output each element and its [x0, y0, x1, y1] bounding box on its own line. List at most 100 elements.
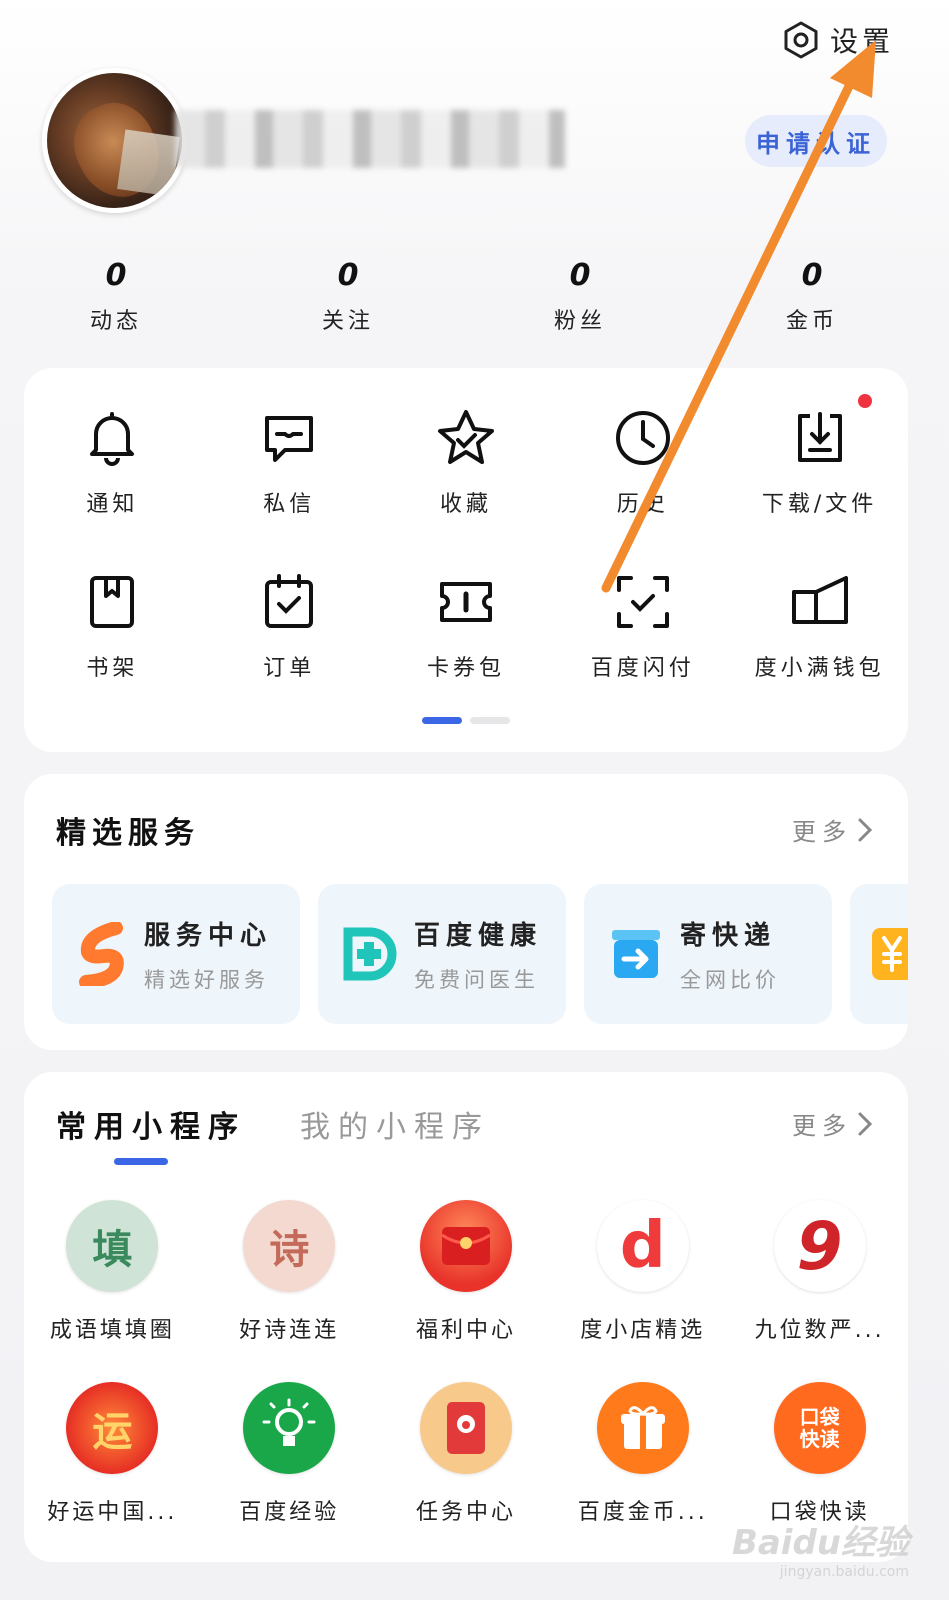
- page-indicator: [422, 717, 510, 724]
- tool-label: 百度闪付: [590, 656, 695, 681]
- order-icon: [265, 574, 314, 628]
- stat-posts[interactable]: 0 动态: [0, 258, 232, 335]
- task-envelope-icon: [419, 1382, 512, 1474]
- miniprogram-item[interactable]: d 度小店精选: [554, 1200, 731, 1344]
- stat-label: 关注: [321, 309, 374, 334]
- miniprograms-more-link[interactable]: 更多: [792, 1106, 874, 1141]
- stat-label: 粉丝: [553, 309, 606, 334]
- new-badge-dot: [858, 394, 872, 408]
- service-title: 服务中心: [144, 920, 273, 951]
- chevron-right-icon: [858, 1112, 873, 1135]
- tool-bookshelf[interactable]: 书架: [24, 532, 201, 696]
- settings-button[interactable]: 设置: [782, 20, 894, 60]
- tool-messages[interactable]: 私信: [201, 368, 378, 532]
- tool-favorites[interactable]: 收藏: [378, 368, 555, 532]
- services-row: 服务中心 精选好服务 百度健康 免费问医生 寄快递 全网比价: [52, 884, 908, 1024]
- stat-fans[interactable]: 0 粉丝: [464, 258, 696, 335]
- services-more-link[interactable]: 更多: [792, 812, 874, 847]
- service-subtitle: 全网比价: [680, 967, 780, 992]
- avatar[interactable]: [42, 68, 187, 213]
- service-partial[interactable]: [850, 884, 908, 1024]
- gift-icon: [596, 1382, 689, 1474]
- download-icon: [797, 412, 842, 462]
- miniprogram-item[interactable]: 口袋快读 口袋快读: [731, 1382, 908, 1526]
- bookshelf-icon: [90, 576, 135, 628]
- tool-label: 卡券包: [426, 656, 505, 681]
- miniprograms-card: 常用小程序 我的小程序 更多 填 成语填填圈 诗 好诗连连 福利中心 d 度小店…: [24, 1072, 908, 1562]
- wallet-icon: [791, 576, 848, 624]
- service-center-icon: [79, 922, 124, 986]
- watermark-url: jingyan.baidu.com: [779, 1564, 909, 1580]
- miniprogram-item[interactable]: 填 成语填填圈: [24, 1200, 201, 1344]
- tool-label: 订单: [263, 656, 316, 681]
- tool-label: 下载/文件: [761, 492, 878, 517]
- miniprogram-item[interactable]: 百度经验: [201, 1382, 378, 1526]
- tool-history[interactable]: 历史: [554, 368, 731, 532]
- tool-label: 通知: [86, 492, 139, 517]
- miniprogram-item[interactable]: 福利中心: [378, 1200, 555, 1344]
- stat-following[interactable]: 0 关注: [232, 258, 464, 335]
- miniprogram-item[interactable]: 9 九位数严...: [731, 1200, 908, 1344]
- miniprogram-item[interactable]: 任务中心: [378, 1382, 555, 1526]
- stat-value: 0: [569, 258, 591, 293]
- tool-orders[interactable]: 订单: [201, 532, 378, 696]
- tool-notifications[interactable]: 通知: [24, 368, 201, 532]
- lightbulb-icon: [243, 1382, 336, 1474]
- tab-my-miniprograms[interactable]: 我的小程序: [300, 1102, 490, 1146]
- stat-value: 0: [105, 258, 127, 293]
- tool-label: 私信: [263, 492, 316, 517]
- service-center[interactable]: 服务中心 精选好服务: [52, 884, 300, 1024]
- health-icon: [343, 927, 397, 981]
- stat-value: 0: [337, 258, 359, 293]
- profile-stats: 0 动态 0 关注 0 粉丝 0 金币: [0, 258, 949, 335]
- settings-label: 设置: [829, 25, 894, 58]
- ticket-icon: [439, 582, 492, 622]
- miniprogram-label: 百度金币...: [577, 1500, 708, 1525]
- username-blurred: [175, 110, 565, 168]
- stat-label: 金币: [785, 309, 838, 334]
- tool-label: 度小满钱包: [754, 656, 885, 681]
- gear-icon: [784, 21, 818, 59]
- nine-digit-icon: 9: [773, 1200, 866, 1292]
- tab-common-miniprograms[interactable]: 常用小程序: [56, 1102, 246, 1165]
- miniprogram-tabs: 常用小程序 我的小程序: [56, 1102, 490, 1165]
- tool-label: 收藏: [439, 492, 492, 517]
- shop-icon: d: [596, 1200, 689, 1292]
- service-subtitle: 免费问医生: [414, 967, 539, 992]
- service-express[interactable]: 寄快递 全网比价: [584, 884, 832, 1024]
- stat-coins[interactable]: 0 金币: [696, 258, 928, 335]
- miniprogram-label: 任务中心: [415, 1500, 516, 1525]
- miniprogram-label: 百度经验: [239, 1500, 340, 1525]
- lucky-bag-icon: 运: [66, 1382, 159, 1474]
- more-label: 更多: [792, 818, 852, 846]
- services-title: 精选服务: [56, 816, 200, 851]
- service-health[interactable]: 百度健康 免费问医生: [318, 884, 566, 1024]
- red-envelope-icon: [419, 1200, 512, 1292]
- miniprogram-label: 成语填填圈: [49, 1318, 175, 1343]
- miniprogram-item[interactable]: 诗 好诗连连: [201, 1200, 378, 1344]
- apply-verification-button[interactable]: 申请认证: [745, 115, 887, 167]
- scan-pay-icon: [616, 576, 669, 628]
- message-icon: [265, 416, 314, 462]
- miniprogram-item[interactable]: 百度金币...: [554, 1382, 731, 1526]
- service-title: 寄快递: [680, 920, 777, 951]
- tool-label: 书架: [86, 656, 139, 681]
- bell-icon: [90, 412, 135, 466]
- star-icon: [437, 410, 494, 464]
- miniprogram-grid: 填 成语填填圈 诗 好诗连连 福利中心 d 度小店精选 9 九位数严... 运 …: [24, 1200, 908, 1526]
- miniprogram-label: 度小店精选: [580, 1318, 706, 1343]
- poem-game-icon: 诗: [243, 1200, 336, 1292]
- miniprogram-item[interactable]: 运 好运中国...: [24, 1382, 201, 1526]
- chevron-right-icon: [858, 818, 873, 841]
- tool-baidu-pay[interactable]: 百度闪付: [554, 532, 731, 696]
- tool-wallet[interactable]: 度小满钱包: [731, 532, 908, 696]
- page-dot-active: [422, 717, 462, 724]
- stat-value: 0: [801, 258, 823, 293]
- page-dot: [470, 717, 510, 724]
- miniprogram-label: 好运中国...: [47, 1500, 178, 1525]
- pocket-read-icon: 口袋快读: [773, 1382, 866, 1474]
- tool-coupons[interactable]: 卡券包: [378, 532, 555, 696]
- watermark: Baidu经验 jingyan.baidu.com: [732, 1515, 909, 1580]
- tool-downloads[interactable]: 下载/文件: [731, 368, 908, 532]
- miniprogram-label: 九位数严...: [754, 1318, 885, 1343]
